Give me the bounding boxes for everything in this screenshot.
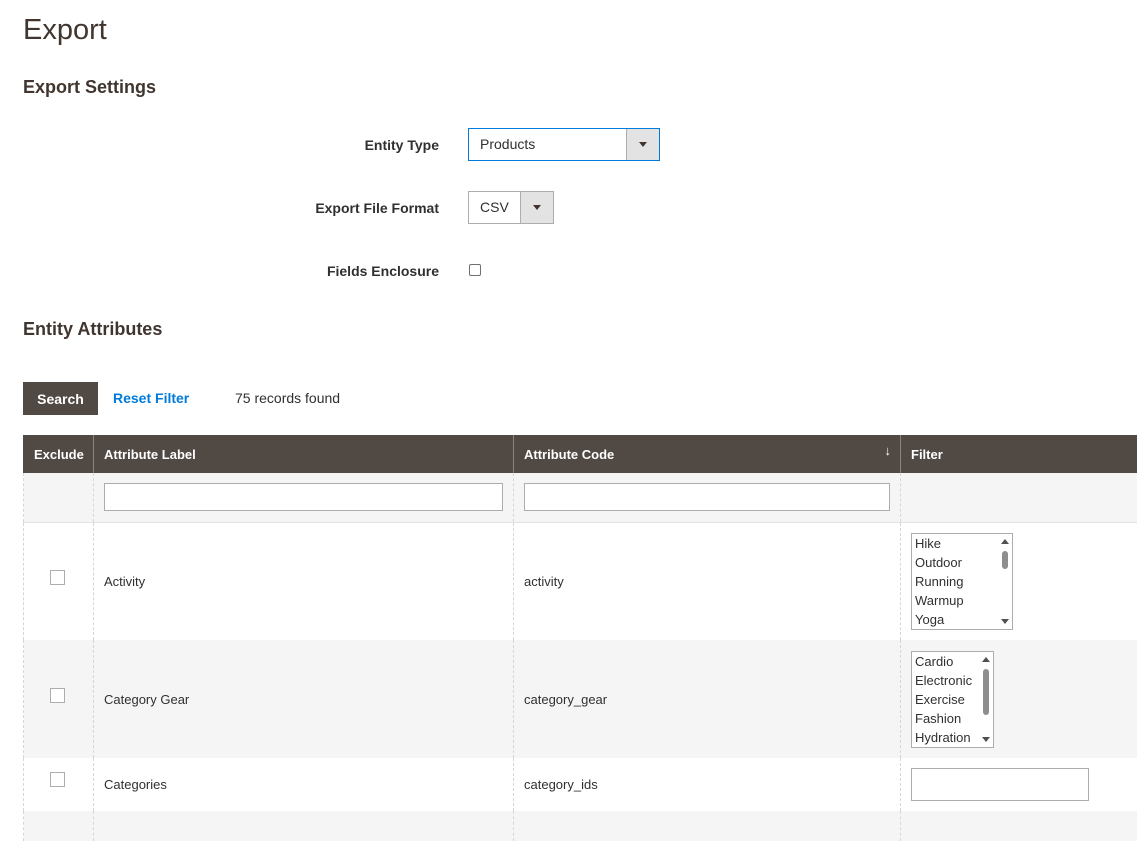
filter-option[interactable]: Running [912, 572, 1012, 591]
attribute-code-cell: category_gear [514, 640, 901, 758]
scrollbar-thumb[interactable] [983, 669, 989, 715]
attribute-code-filter-input[interactable] [524, 483, 890, 511]
filter-row [24, 473, 1137, 522]
table-row: Category Gear category_gear Cardio Elect… [24, 640, 1137, 758]
scroll-up-icon[interactable] [1001, 539, 1009, 544]
table-row: Activity activity Hike Outdoor Running W… [24, 522, 1137, 640]
chevron-down-icon [639, 142, 647, 147]
page-title: Export [23, 12, 107, 48]
fields-enclosure-checkbox[interactable] [469, 264, 481, 276]
file-format-value: CSV [480, 199, 509, 215]
attribute-label-cell: Category Gear [94, 640, 514, 758]
filter-option[interactable]: Hike [912, 534, 1012, 553]
column-header-exclude: Exclude [24, 435, 94, 473]
filter-option[interactable]: Outdoor [912, 553, 1012, 572]
scroll-down-icon[interactable] [1001, 619, 1009, 624]
activity-filter-multiselect[interactable]: Hike Outdoor Running Warmup Yoga [911, 533, 1013, 630]
entity-type-value: Products [480, 136, 535, 152]
scroll-down-icon[interactable] [982, 737, 990, 742]
attributes-grid: Exclude Attribute Label Attribute Code↓ … [23, 435, 1137, 841]
attribute-label-filter-input[interactable] [104, 483, 503, 511]
filter-cell-label [94, 473, 514, 522]
scroll-up-icon[interactable] [982, 657, 990, 662]
categories-filter-input[interactable] [911, 768, 1089, 801]
fields-enclosure-label: Fields Enclosure [239, 261, 439, 281]
attribute-code-cell: activity [514, 522, 901, 640]
file-format-label: Export File Format [239, 198, 439, 218]
exclude-checkbox[interactable] [50, 570, 65, 585]
entity-type-label: Entity Type [239, 135, 439, 155]
filter-cell-exclude [24, 473, 94, 522]
filter-cell-filter [901, 473, 1137, 522]
filter-cell-code [514, 473, 901, 522]
records-found: 75 records found [235, 390, 340, 406]
filter-option[interactable]: Warmup [912, 591, 1012, 610]
column-header-filter: Filter [901, 435, 1137, 473]
entity-type-select[interactable]: Products [468, 128, 660, 161]
sort-down-icon: ↓ [885, 443, 892, 458]
attribute-code-cell: category_ids [514, 758, 901, 811]
table-row: Categories category_ids [24, 758, 1137, 811]
attribute-label-cell: Activity [94, 522, 514, 640]
table-row [24, 811, 1137, 841]
column-header-attribute-label[interactable]: Attribute Label [94, 435, 514, 473]
entity-attributes-title: Entity Attributes [23, 317, 162, 341]
category-gear-filter-multiselect[interactable]: Cardio Electronic Exercise Fashion Hydra… [911, 651, 994, 748]
search-button[interactable]: Search [23, 382, 98, 415]
scrollbar[interactable] [980, 653, 992, 746]
scrollbar[interactable] [999, 535, 1011, 628]
exclude-checkbox[interactable] [50, 688, 65, 703]
chevron-down-icon [533, 205, 541, 210]
file-format-select[interactable]: CSV [468, 191, 554, 224]
export-settings-title: Export Settings [23, 75, 156, 99]
scrollbar-thumb[interactable] [1002, 551, 1008, 569]
attribute-label-cell: Categories [94, 758, 514, 811]
entity-type-dropdown-arrow[interactable] [626, 129, 659, 160]
reset-filter-link[interactable]: Reset Filter [113, 390, 189, 406]
filter-option[interactable]: Yoga [912, 610, 1012, 629]
column-header-attribute-code[interactable]: Attribute Code↓ [514, 435, 901, 473]
file-format-dropdown-arrow[interactable] [520, 192, 553, 223]
exclude-checkbox[interactable] [50, 772, 65, 787]
